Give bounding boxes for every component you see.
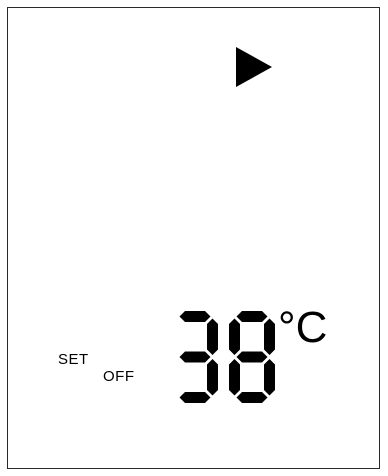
segment-f (229, 318, 240, 355)
celsius-unit: °C (278, 303, 328, 352)
segment-g (179, 351, 211, 363)
segment-d (179, 392, 211, 403)
segment-a (236, 311, 268, 322)
set-label: SET (58, 351, 89, 368)
play-arrow-icon (236, 47, 272, 87)
off-label: OFF (103, 368, 135, 385)
segment-e (229, 359, 240, 396)
segment-c (207, 359, 218, 396)
temperature-digits (179, 311, 275, 403)
segment-c (264, 359, 275, 396)
digit-8 (229, 311, 275, 403)
segment-d (236, 392, 268, 403)
segment-b (264, 318, 275, 355)
segment-a (179, 311, 211, 322)
lcd-display-panel: SET OFF 38 °C (7, 7, 380, 469)
segment-b (207, 318, 218, 355)
segment-g (236, 351, 268, 363)
digit-3 (179, 311, 218, 403)
